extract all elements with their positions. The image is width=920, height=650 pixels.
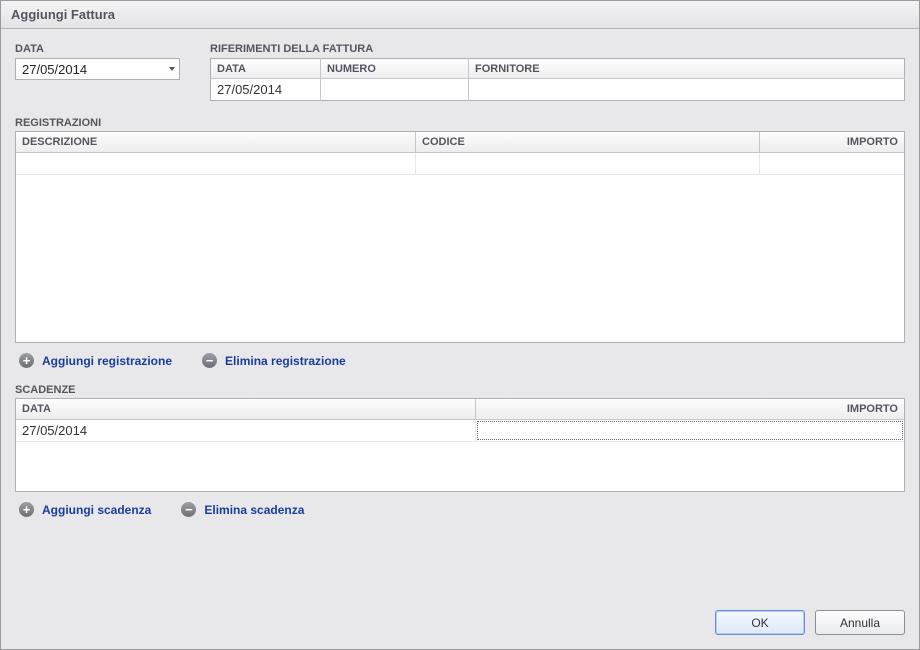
- riferimenti-fornitore-cell[interactable]: [469, 79, 905, 101]
- riferimenti-col-data[interactable]: DATA: [211, 59, 321, 79]
- add-scadenza-label: Aggiungi scadenza: [42, 503, 151, 517]
- add-scadenza-button[interactable]: + Aggiungi scadenza: [19, 502, 151, 517]
- registrazioni-col-importo[interactable]: IMPORTO: [760, 132, 904, 152]
- riferimenti-data-value: 27/05/2014: [217, 82, 282, 97]
- cancel-button[interactable]: Annulla: [815, 610, 905, 635]
- scadenze-header: DATA IMPORTO: [16, 399, 904, 420]
- riferimenti-data-row: 27/05/2014: [211, 79, 905, 101]
- registrazioni-header: DESCRIZIONE CODICE IMPORTO: [16, 132, 904, 153]
- data-label: DATA: [15, 43, 180, 55]
- titlebar[interactable]: Aggiungi Fattura: [1, 1, 919, 29]
- registrazioni-col-descrizione[interactable]: DESCRIZIONE: [16, 132, 416, 152]
- plus-icon: +: [19, 502, 34, 517]
- riferimenti-numero-cell[interactable]: [321, 79, 469, 101]
- data-value: 27/05/2014: [22, 62, 87, 77]
- data-dropdown[interactable]: 27/05/2014: [15, 58, 180, 80]
- riferimenti-header-row: DATA NUMERO FORNITORE: [211, 59, 905, 79]
- scadenze-label: SCADENZE: [15, 384, 905, 396]
- table-row[interactable]: 27/05/2014: [16, 420, 904, 442]
- riferimenti-table: DATA NUMERO FORNITORE 27/05/2014: [210, 58, 905, 101]
- window-title: Aggiungi Fattura: [11, 7, 115, 22]
- plus-icon: +: [19, 353, 34, 368]
- riferimenti-col-numero[interactable]: NUMERO: [321, 59, 469, 79]
- remove-registrazione-button[interactable]: − Elimina registrazione: [202, 353, 346, 368]
- riferimenti-col-fornitore[interactable]: FORNITORE: [469, 59, 905, 79]
- add-registrazione-label: Aggiungi registrazione: [42, 354, 172, 368]
- ok-button[interactable]: OK: [715, 610, 805, 635]
- registrazioni-cell-descrizione[interactable]: [16, 153, 416, 174]
- registrazioni-col-codice[interactable]: CODICE: [416, 132, 760, 152]
- scadenze-grid: DATA IMPORTO 27/05/2014: [15, 398, 905, 492]
- dialog-content: DATA 27/05/2014 RIFERIMENTI DELLA FATTUR…: [1, 29, 919, 598]
- riferimenti-group: RIFERIMENTI DELLA FATTURA DATA NUMERO FO…: [210, 43, 905, 101]
- scadenze-col-importo[interactable]: IMPORTO: [476, 399, 904, 419]
- minus-icon: −: [202, 353, 217, 368]
- dialog-buttons: OK Annulla: [1, 598, 919, 649]
- data-field-group: DATA 27/05/2014: [15, 43, 180, 101]
- dialog-window: Aggiungi Fattura DATA 27/05/2014 RIFERIM…: [0, 0, 920, 650]
- registrazioni-label: REGISTRAZIONI: [15, 117, 905, 129]
- registrazioni-cell-codice[interactable]: [416, 153, 760, 174]
- remove-scadenza-button[interactable]: − Elimina scadenza: [181, 502, 304, 517]
- remove-registrazione-label: Elimina registrazione: [225, 354, 346, 368]
- minus-icon: −: [181, 502, 196, 517]
- scadenze-actions: + Aggiungi scadenza − Elimina scadenza: [15, 492, 905, 533]
- riferimenti-label: RIFERIMENTI DELLA FATTURA: [210, 43, 905, 55]
- add-registrazione-button[interactable]: + Aggiungi registrazione: [19, 353, 172, 368]
- table-row[interactable]: [16, 153, 904, 175]
- scadenze-cell-importo[interactable]: [477, 421, 903, 440]
- remove-scadenza-label: Elimina scadenza: [204, 503, 304, 517]
- registrazioni-cell-importo[interactable]: [760, 153, 904, 174]
- registrazioni-actions: + Aggiungi registrazione − Elimina regis…: [15, 343, 905, 384]
- scadenze-cell-data[interactable]: 27/05/2014: [16, 420, 476, 441]
- chevron-down-icon: [169, 67, 175, 71]
- top-row: DATA 27/05/2014 RIFERIMENTI DELLA FATTUR…: [15, 43, 905, 101]
- registrazioni-grid: DESCRIZIONE CODICE IMPORTO: [15, 131, 905, 343]
- scadenze-body[interactable]: 27/05/2014: [16, 420, 904, 491]
- registrazioni-body[interactable]: [16, 153, 904, 342]
- riferimenti-data-cell[interactable]: 27/05/2014: [211, 79, 321, 101]
- scadenze-col-data[interactable]: DATA: [16, 399, 476, 419]
